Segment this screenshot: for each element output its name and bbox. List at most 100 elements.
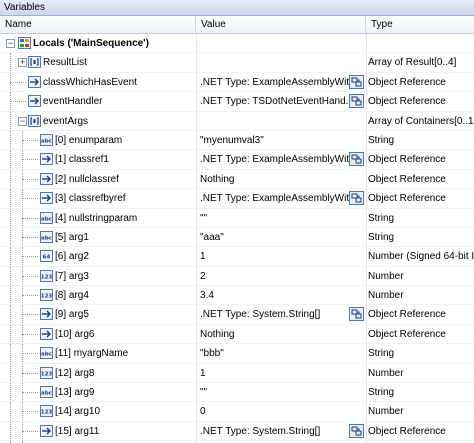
tree-row[interactable]: − eventArgs Array of Containers[0..16] [0, 111, 474, 131]
value-cell[interactable] [196, 53, 366, 73]
string-icon: abc [40, 211, 53, 224]
type-cell: Object Reference [366, 421, 474, 442]
name-cell[interactable]: [15] arg11 [0, 421, 196, 442]
number-icon: 123 [40, 269, 53, 282]
object-reference-icon [40, 308, 53, 321]
name-cell[interactable]: + ResultList [0, 53, 196, 73]
name-cell[interactable]: 123 [14] arg10 [0, 402, 196, 422]
type-cell: Object Reference [366, 72, 474, 93]
object-browse-button[interactable] [349, 94, 364, 109]
variable-name: [4] nullstringparam [55, 212, 138, 224]
column-header-type[interactable]: Type [366, 16, 474, 33]
value-cell[interactable]: .NET Type: ExampleAssemblyWit... [196, 189, 366, 209]
value-cell[interactable]: .NET Type: TSDotNetEventHand... [196, 92, 366, 112]
variable-name: eventHandler [43, 96, 103, 108]
tree-row[interactable]: [10] arg6 Nothing Object Reference [0, 324, 474, 345]
tree-row[interactable]: abc [5] arg1 "aaa" String [0, 227, 474, 248]
name-cell[interactable]: abc [0] enumparam [0, 130, 196, 151]
collapse-icon[interactable]: − [6, 39, 15, 48]
tree-row[interactable]: abc [4] nullstringparam "" String [0, 208, 474, 228]
name-cell[interactable]: abc [13] arg9 [0, 383, 196, 403]
name-cell[interactable]: 123 [12] arg8 [0, 363, 196, 384]
collapse-icon[interactable]: − [18, 116, 27, 126]
variable-value: 3.4 [200, 290, 214, 302]
tree-row[interactable]: abc [13] arg9 "" String [0, 383, 474, 403]
tree-row[interactable]: + ResultList Array of Result[0..4] [0, 53, 474, 73]
object-browse-button[interactable] [349, 74, 364, 89]
value-cell[interactable]: 2 [196, 266, 366, 287]
object-browse-button[interactable] [349, 152, 364, 167]
tree-row[interactable]: [15] arg11 .NET Type: System.String[] Obje… [0, 421, 474, 442]
tree-row[interactable]: eventHandler .NET Type: TSDotNetEventHand… [0, 92, 474, 112]
type-cell: Number [366, 363, 474, 384]
tree-row[interactable]: 64 [6] arg2 1 Number (Signed 64-bit I... [0, 247, 474, 267]
variable-value: "bbb" [200, 348, 224, 360]
value-cell[interactable]: "aaa" [196, 227, 366, 248]
svg-text:123: 123 [41, 371, 52, 377]
column-header-value[interactable]: Value [196, 16, 366, 33]
name-cell[interactable]: [10] arg6 [0, 324, 196, 345]
type-cell: String [366, 208, 474, 228]
value-cell[interactable]: .NET Type: ExampleAssemblyWit... [196, 150, 366, 170]
object-browse-button[interactable] [349, 191, 364, 206]
name-cell[interactable]: abc [4] nullstringparam [0, 208, 196, 228]
tree-row[interactable]: − Locals ('MainSequence') [0, 34, 474, 54]
value-cell[interactable]: 1 [196, 247, 366, 267]
name-cell[interactable]: eventHandler [0, 92, 196, 112]
array-icon [28, 56, 41, 69]
variable-value: Nothing [200, 173, 235, 185]
value-cell[interactable] [196, 34, 366, 54]
variable-value: 1 [200, 367, 206, 379]
value-cell[interactable]: 0 [196, 402, 366, 422]
name-cell[interactable]: − eventArgs [0, 111, 196, 131]
variable-value: .NET Type: TSDotNetEventHand... [200, 96, 354, 108]
tree-row[interactable]: classWhichHasEvent .NET Type: ExampleAsse… [0, 72, 474, 93]
name-cell[interactable]: [2] nullclassref [0, 169, 196, 190]
value-cell[interactable]: Nothing [196, 169, 366, 190]
object-browse-button[interactable] [349, 423, 364, 438]
tree-row[interactable]: abc [0] enumparam "myenumval3" String [0, 130, 474, 151]
tree-row[interactable]: abc [11] myargName "bbb" String [0, 344, 474, 364]
type-cell: Object Reference [366, 305, 474, 325]
expand-icon[interactable]: + [18, 58, 27, 68]
value-cell[interactable]: .NET Type: System.String[] [196, 421, 366, 442]
value-cell[interactable]: "bbb" [196, 344, 366, 364]
name-cell[interactable]: 64 [6] arg2 [0, 247, 196, 267]
value-cell[interactable]: "myenumval3" [196, 130, 366, 151]
number-icon: 123 [40, 405, 53, 418]
tree-row[interactable]: 123 [7] arg3 2 Number [0, 266, 474, 287]
name-cell[interactable]: [3] classrefbyref [0, 189, 196, 209]
value-cell[interactable]: Nothing [196, 324, 366, 345]
object-browse-button[interactable] [349, 307, 364, 322]
tree-row[interactable]: [3] classrefbyref .NET Type: ExampleAssem… [0, 189, 474, 209]
variable-value: .NET Type: ExampleAssemblyWit... [200, 154, 358, 166]
name-cell[interactable]: classWhichHasEvent [0, 72, 196, 93]
value-cell[interactable]: 1 [196, 363, 366, 384]
tree-row[interactable]: [2] nullclassref Nothing Object Reference [0, 169, 474, 190]
value-cell[interactable] [196, 111, 366, 131]
number-icon: 123 [40, 366, 53, 379]
name-cell[interactable]: 123 [7] arg3 [0, 266, 196, 287]
column-header-name[interactable]: Name [0, 16, 196, 33]
value-cell[interactable]: 3.4 [196, 286, 366, 306]
value-cell[interactable]: .NET Type: System.String[] [196, 305, 366, 325]
type-cell: Object Reference [366, 150, 474, 170]
variable-name: [15] arg11 [55, 425, 100, 437]
variable-name: classWhichHasEvent [43, 76, 137, 88]
tree-row[interactable]: [1] classref1 .NET Type: ExampleAssemblyW… [0, 150, 474, 170]
tree-row[interactable]: 123 [8] arg4 3.4 Number [0, 286, 474, 306]
tree-row[interactable]: 123 [14] arg10 0 Number [0, 402, 474, 422]
name-cell[interactable]: [1] classref1 [0, 150, 196, 170]
value-cell[interactable]: "" [196, 208, 366, 228]
name-cell[interactable]: abc [5] arg1 [0, 227, 196, 248]
locals-icon [18, 37, 31, 49]
value-cell[interactable]: .NET Type: ExampleAssemblyWit... [196, 72, 366, 93]
value-cell[interactable]: "" [196, 383, 366, 403]
name-cell[interactable]: [9] arg5 [0, 305, 196, 325]
tree-row[interactable]: [9] arg5 .NET Type: System.String[] Object… [0, 305, 474, 325]
name-cell[interactable]: abc [11] myargName [0, 344, 196, 364]
type-cell [366, 34, 474, 54]
name-cell[interactable]: − Locals ('MainSequence') [0, 34, 196, 53]
name-cell[interactable]: 123 [8] arg4 [0, 286, 196, 306]
tree-row[interactable]: 123 [12] arg8 1 Number [0, 363, 474, 384]
